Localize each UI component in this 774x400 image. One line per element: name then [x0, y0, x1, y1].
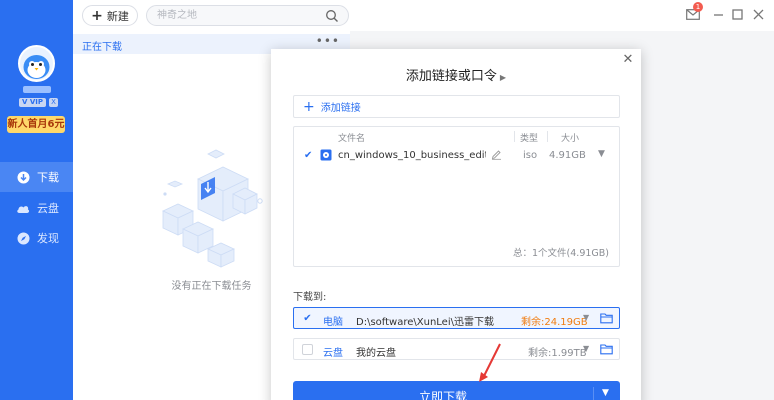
- folder-icon[interactable]: [600, 312, 613, 324]
- chevron-down-icon[interactable]: ▼: [598, 149, 605, 159]
- edit-pencil-icon[interactable]: [491, 149, 502, 160]
- add-link-button[interactable]: + 添加链接: [293, 95, 620, 118]
- file-size: 4.91GB: [549, 150, 586, 161]
- vip-badges: V VIP X: [19, 97, 59, 107]
- search-icon[interactable]: [325, 9, 339, 23]
- folder-icon[interactable]: [600, 343, 613, 355]
- checkbox[interactable]: [302, 344, 313, 355]
- column-header-size: 大小: [561, 134, 580, 144]
- red-arrow-annotation: [479, 343, 501, 382]
- disc-image-icon: [320, 149, 332, 161]
- checkmark-icon[interactable]: ✔: [302, 313, 313, 324]
- triangle-right-icon: ▶: [499, 73, 507, 82]
- file-name: cn_windows_10_business_edition...: [338, 150, 486, 161]
- save-to-label: 下载到:: [293, 292, 327, 303]
- nav-label: 云盘: [37, 202, 59, 215]
- free-space: 剩余:24.19GB: [521, 317, 588, 328]
- plus-icon: +: [303, 98, 315, 115]
- avatar[interactable]: [18, 45, 55, 82]
- file-list-box: 文件名 类型 大小 ✔ cn_windows_10_business_editi…: [293, 126, 620, 267]
- destination-row-pc[interactable]: ✔ 电脑 D:\software\XunLei\迅雷下载 剩余:24.19GB …: [293, 307, 620, 329]
- promo-button[interactable]: 新人首月6元: [7, 116, 65, 133]
- column-separator: [547, 131, 548, 142]
- chevron-down-icon[interactable]: ▼: [583, 313, 589, 322]
- destination-label: 电脑: [323, 317, 343, 328]
- add-link-label: 添加链接: [320, 103, 361, 114]
- download-now-button[interactable]: 立即下载 ▼: [293, 381, 620, 400]
- button-divider: [593, 387, 594, 400]
- total-summary: 总：1个文件(4.91GB): [513, 248, 609, 259]
- downloading-label: 正在下载: [82, 42, 122, 53]
- chevron-down-icon[interactable]: ▼: [602, 388, 609, 398]
- nav-item-cloud[interactable]: 云盘: [0, 193, 73, 223]
- cloud-icon: [16, 201, 30, 215]
- new-task-button[interactable]: + 新建: [82, 5, 138, 26]
- nav-label: 发现: [37, 232, 59, 245]
- bird-mascot-icon: [23, 55, 50, 79]
- free-space: 剩余:1.99TB: [528, 348, 587, 359]
- nav-item-discover[interactable]: 发现: [0, 223, 73, 253]
- new-task-label: 新建: [106, 9, 129, 23]
- search-box[interactable]: [146, 5, 349, 26]
- dialog-title[interactable]: 添加链接或口令 ▶: [271, 65, 641, 84]
- top-bar: + 新建: [73, 0, 774, 31]
- destination-path: D:\software\XunLei\迅雷下载: [356, 317, 494, 328]
- search-input[interactable]: [157, 8, 317, 23]
- column-header-type: 类型: [520, 134, 539, 144]
- column-header-name: 文件名: [338, 134, 366, 144]
- plus-icon: +: [91, 7, 103, 24]
- download-icon: [16, 170, 30, 184]
- vip-x-badge: X: [49, 97, 59, 107]
- file-row[interactable]: ✔ cn_windows_10_business_edition... iso …: [294, 146, 619, 165]
- maximize-icon[interactable]: [730, 6, 744, 22]
- mail-badge: 1: [693, 2, 703, 12]
- sidebar: V VIP X 新人首月6元 下载 云盘 发现: [0, 0, 73, 400]
- vip-badge: V VIP: [19, 97, 47, 107]
- empty-boxes-illustration: [162, 149, 263, 268]
- compass-icon: [16, 231, 30, 245]
- minimize-icon[interactable]: [711, 6, 725, 22]
- nav-item-download[interactable]: 下载: [0, 162, 73, 192]
- destination-label: 云盘: [323, 348, 343, 359]
- username-placeholder: [23, 86, 51, 93]
- checkmark-icon[interactable]: ✔: [304, 150, 312, 161]
- close-icon[interactable]: [751, 6, 765, 22]
- destination-row-cloud[interactable]: 云盘 我的云盘 剩余:1.99TB ▼: [293, 338, 620, 360]
- more-icon[interactable]: •••: [316, 34, 340, 48]
- nav-label: 下载: [37, 171, 59, 184]
- chevron-down-icon[interactable]: ▼: [583, 344, 589, 353]
- dialog-title-text: 添加链接或口令: [405, 69, 497, 84]
- column-separator: [514, 131, 515, 142]
- file-type: iso: [523, 150, 538, 161]
- add-link-dialog: ✕ 添加链接或口令 ▶ + 添加链接 文件名 类型 大小 ✔ cn_windows…: [271, 49, 641, 400]
- destination-path: 我的云盘: [356, 348, 396, 359]
- download-now-label: 立即下载: [418, 390, 467, 400]
